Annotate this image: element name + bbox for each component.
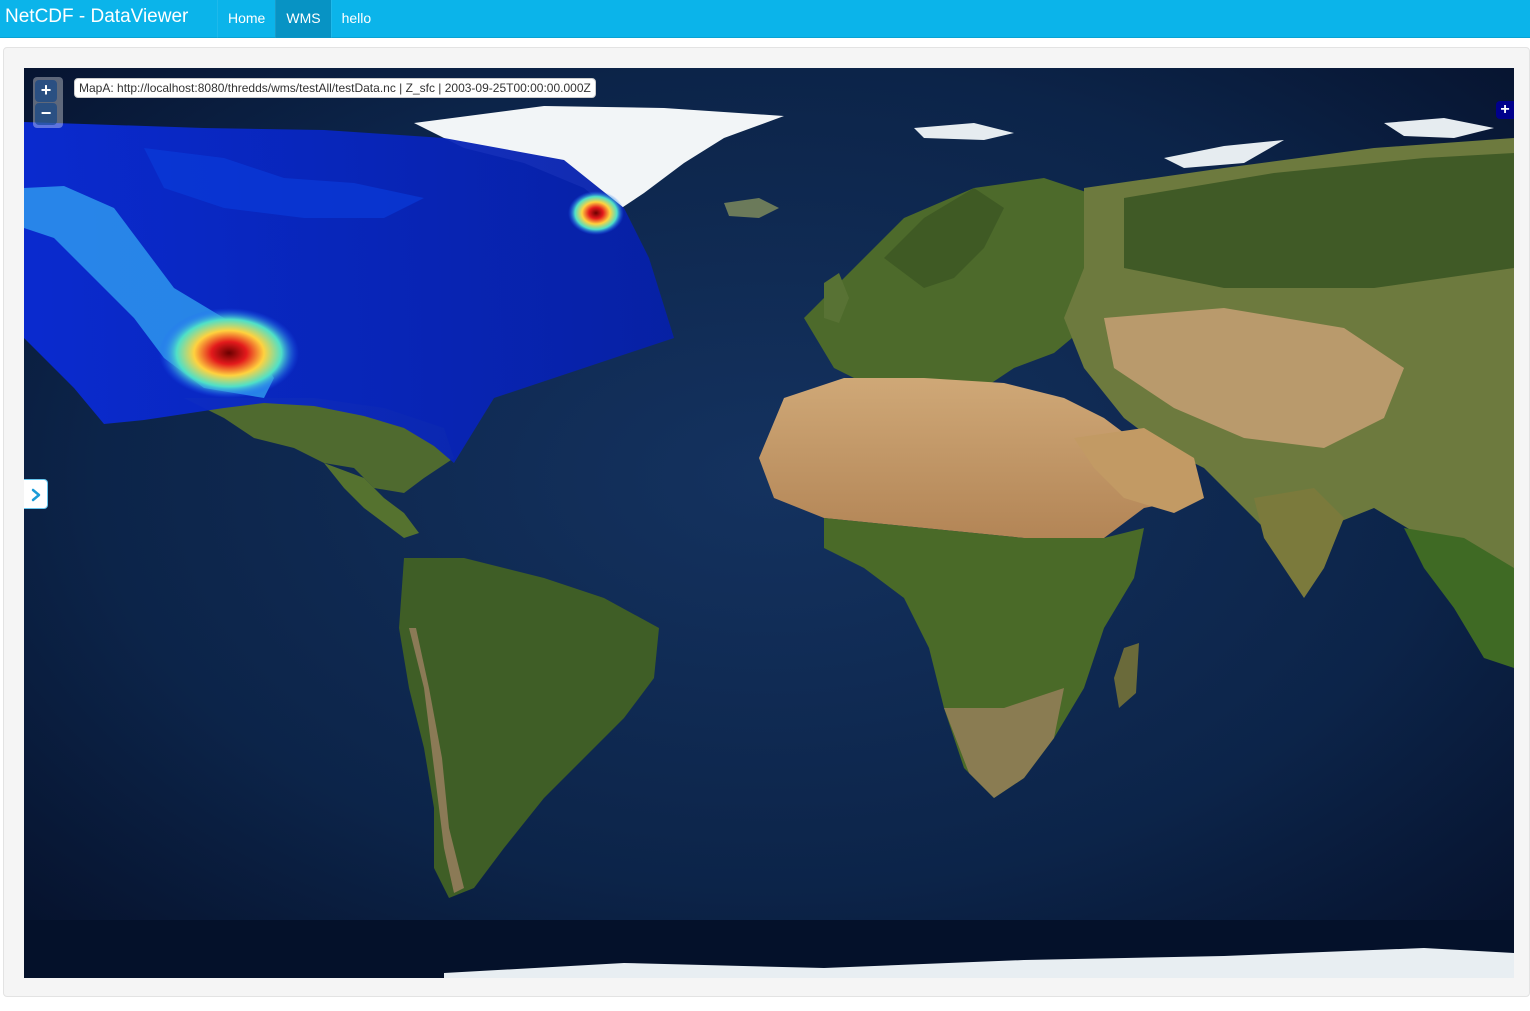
nav-item-wms[interactable]: WMS [275, 0, 331, 38]
top-navbar: NetCDF - DataViewer Home WMS hello [0, 0, 1530, 38]
map-viewport[interactable]: + − MapA: http://localhost:8080/thredds/… [24, 68, 1514, 978]
chevron-right-icon [31, 488, 40, 502]
map-layer-label: MapA: http://localhost:8080/thredds/wms/… [74, 78, 596, 98]
side-panel-toggle[interactable] [24, 479, 48, 509]
zoom-control: + − [33, 77, 63, 128]
main-nav: Home WMS hello [217, 0, 381, 38]
nav-item-hello[interactable]: hello [330, 0, 382, 38]
overlay-hotspot-greenland [568, 191, 624, 235]
nav-item-home[interactable]: Home [217, 0, 275, 38]
layer-switcher-button[interactable]: + [1496, 101, 1514, 119]
overlay-hotspot-southwest [159, 308, 299, 398]
zoom-in-button[interactable]: + [35, 80, 57, 102]
satellite-base-map [24, 68, 1514, 978]
zoom-out-button[interactable]: − [35, 103, 57, 125]
app-brand[interactable]: NetCDF - DataViewer [5, 5, 188, 29]
